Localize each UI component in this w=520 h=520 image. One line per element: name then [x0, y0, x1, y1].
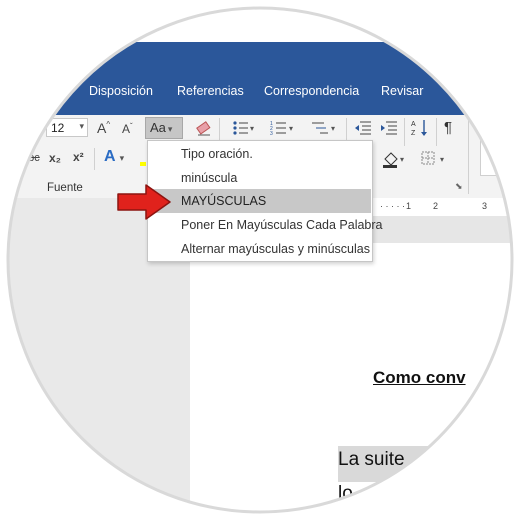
ruler-number: 2: [433, 201, 439, 211]
ribbon-tab-bar: [0, 42, 520, 115]
font-size-value: 12: [51, 121, 65, 135]
divider: [436, 118, 437, 146]
menu-item-toggle-case[interactable]: Alternar mayúsculas y minúsculas: [149, 237, 371, 261]
tab-correspondencia[interactable]: Correspondencia: [264, 84, 359, 98]
svg-text:3: 3: [270, 131, 273, 136]
highlight-color-button[interactable]: [140, 152, 146, 166]
paragraph-dialog-launcher-icon[interactable]: ⬊: [455, 181, 463, 192]
word-window: Disposición Referencias Correspondencia …: [0, 0, 520, 520]
highlight-color-swatch: [140, 162, 146, 166]
tab-disposicion[interactable]: Disposición: [89, 84, 153, 98]
document-text-line[interactable]: lo: [338, 483, 353, 505]
shrink-font-button[interactable]: Aˇ: [122, 122, 133, 136]
divider: [404, 118, 405, 146]
svg-text:▾: ▾: [400, 155, 404, 164]
menu-item-label: Poner En Mayúsculas Cada Palabra: [181, 218, 383, 232]
decrease-indent-icon[interactable]: [354, 120, 372, 136]
menu-item-capitalize-each-word[interactable]: Poner En Mayúsculas Cada Palabra: [149, 213, 383, 237]
menu-item-lowercase[interactable]: minúscula: [149, 166, 371, 190]
menu-item-label: MAYÚSCULAS: [181, 194, 267, 208]
menu-item-label: minúscula: [181, 171, 238, 185]
sort-icon[interactable]: A Z: [411, 118, 431, 138]
divider: [468, 118, 469, 194]
font-group-label: Fuente: [47, 182, 83, 194]
superscript-button[interactable]: x²: [73, 150, 84, 164]
change-case-button[interactable]: Aa ▾: [145, 117, 183, 139]
chevron-down-icon[interactable]: ▾: [79, 121, 84, 132]
grow-font-button[interactable]: A^: [97, 120, 110, 136]
grow-font-label: A: [97, 120, 107, 136]
document-heading[interactable]: Como conv: [373, 368, 466, 388]
bullets-icon[interactable]: ▾: [232, 120, 256, 136]
eraser-icon[interactable]: [195, 119, 213, 137]
show-formatting-button[interactable]: ¶: [444, 119, 452, 136]
increase-indent-icon[interactable]: [380, 120, 398, 136]
text-effects-button[interactable]: A ▾: [104, 148, 124, 166]
svg-text:▾: ▾: [289, 124, 293, 133]
borders-icon[interactable]: ▾: [420, 150, 450, 168]
text-effects-label: A: [104, 148, 116, 165]
tab-referencias[interactable]: Referencias: [177, 84, 244, 98]
menu-item-uppercase[interactable]: MAYÚSCULAS: [149, 189, 371, 213]
shading-icon[interactable]: ▾: [381, 150, 409, 168]
svg-text:A: A: [411, 121, 416, 128]
svg-text:▾: ▾: [331, 124, 335, 133]
numbering-icon[interactable]: 1 2 3 ▾: [270, 120, 296, 136]
multilevel-list-icon[interactable]: ▾: [310, 120, 338, 136]
ruler-dots: · · · · ·: [380, 201, 405, 211]
document-text-line[interactable]: La suite: [338, 449, 405, 471]
menu-item-label: Tipo oración.: [181, 147, 253, 161]
strikethrough-button[interactable]: abc: [22, 152, 40, 164]
svg-text:Z: Z: [411, 130, 416, 137]
pointer-arrow-icon: [117, 184, 171, 220]
ruler-number: 1: [406, 201, 412, 211]
menu-item-label: Alternar mayúsculas y minúsculas: [181, 242, 370, 256]
change-case-label: Aa: [150, 120, 166, 135]
shrink-font-label: A: [122, 122, 131, 136]
svg-text:▾: ▾: [440, 155, 444, 164]
svg-text:▾: ▾: [250, 124, 254, 133]
font-size-field[interactable]: 12 ▾: [46, 118, 88, 137]
chevron-down-icon: ▾: [167, 124, 173, 134]
subscript-button[interactable]: x₂: [49, 151, 61, 165]
tab-revisar[interactable]: Revisar: [381, 84, 423, 98]
ruler-number: 3: [482, 201, 488, 211]
styles-gallery[interactable]: [480, 118, 520, 176]
change-case-menu: Tipo oración. minúscula MAYÚSCULAS Poner…: [147, 140, 383, 262]
divider: [94, 148, 95, 170]
menu-item-sentence-case[interactable]: Tipo oración.: [149, 142, 371, 166]
